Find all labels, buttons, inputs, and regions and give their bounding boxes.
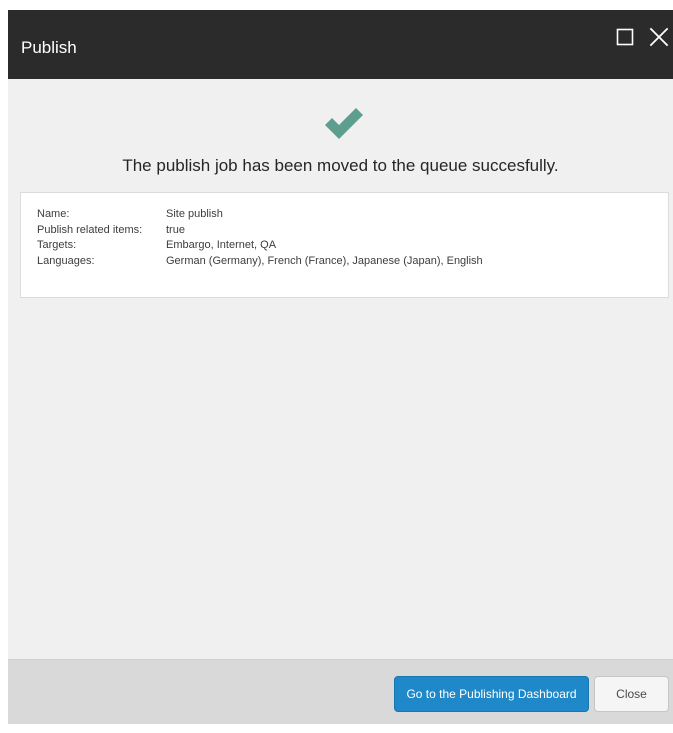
publish-summary: Name: Site publish Publish related items… xyxy=(20,192,669,298)
status-message: The publish job has been moved to the qu… xyxy=(122,156,559,175)
summary-row-targets: Targets: Embargo, Internet, QA xyxy=(37,238,668,254)
summary-label: Publish related items: xyxy=(37,223,143,236)
close-icon xyxy=(649,27,669,47)
maximize-button[interactable] xyxy=(614,26,636,48)
summary-row-name: Name: Site publish xyxy=(37,207,668,223)
summary-value: German (Germany), French (France), Japan… xyxy=(166,254,483,267)
summary-value: Embargo, Internet, QA xyxy=(166,239,277,251)
close-button[interactable]: Close xyxy=(594,676,669,712)
summary-label: Targets: xyxy=(37,239,77,251)
summary-label: Languages: xyxy=(37,254,95,267)
publish-dialog: Publish The publish job has been moved t… xyxy=(8,10,673,724)
maximize-icon xyxy=(616,28,634,46)
summary-value: true xyxy=(166,223,185,236)
close-window-button[interactable] xyxy=(648,26,670,48)
summary-row-languages: Languages: German (Germany), French (Fra… xyxy=(37,254,668,270)
dialog-title: Publish xyxy=(21,38,77,57)
checkmark-icon xyxy=(325,108,363,139)
dialog-footer: Go to the Publishing Dashboard Close xyxy=(8,659,673,724)
dialog-content: The publish job has been moved to the qu… xyxy=(8,79,673,659)
publishing-dashboard-button[interactable]: Go to the Publishing Dashboard xyxy=(394,676,589,712)
summary-value: Site publish xyxy=(166,208,223,220)
summary-row-related-items: Publish related items: true xyxy=(37,223,668,239)
dialog-titlebar: Publish xyxy=(8,10,673,79)
summary-label: Name: xyxy=(37,208,70,220)
